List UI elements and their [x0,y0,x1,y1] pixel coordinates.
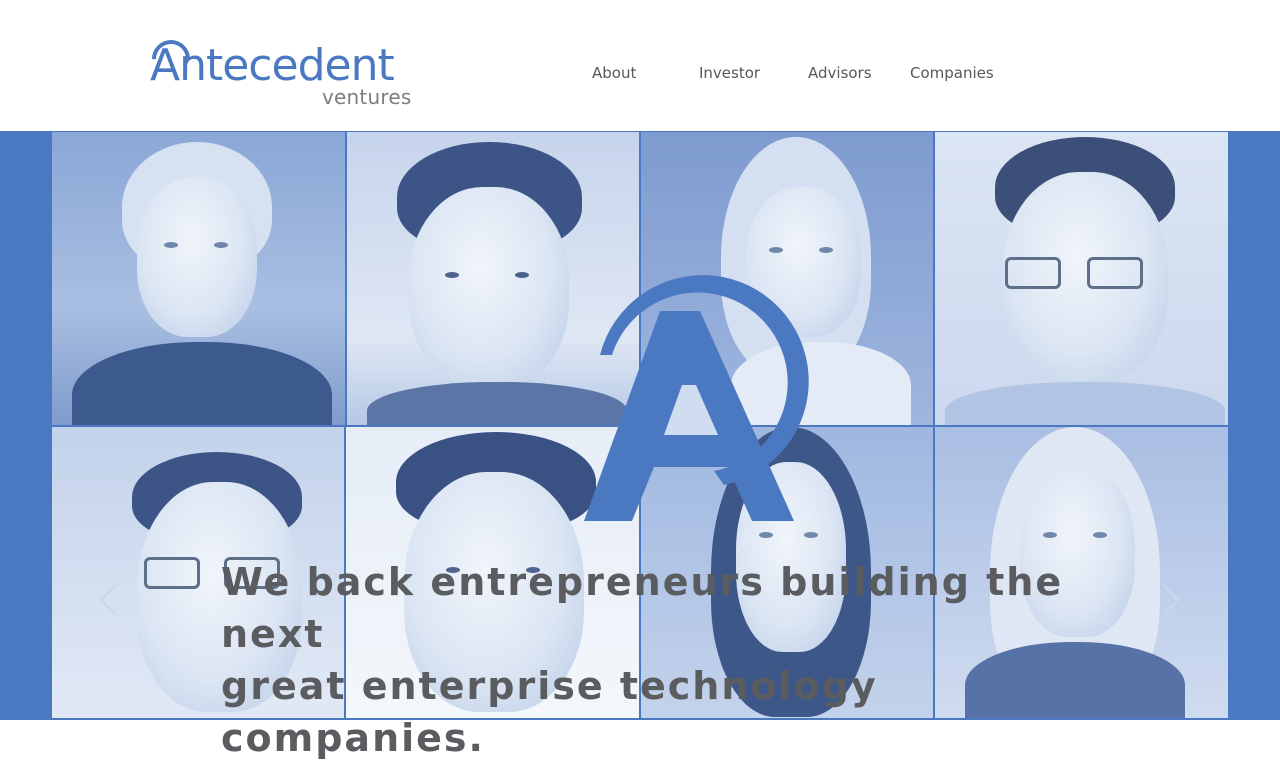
main-nav: About Investor Advisors Companies [0,62,1280,86]
nav-item-companies[interactable]: Companies [910,62,994,84]
antecedent-a-mark-icon [584,275,809,521]
nav-item-investor[interactable]: Investor [699,62,760,84]
site-header: Antecedent ventures About Investor Advis… [0,0,1280,131]
logo-subtitle: ventures [322,85,412,109]
slideshow-next-button[interactable] [1161,583,1181,617]
hero-slideshow: We back entrepreneurs building the next … [0,131,1280,760]
team-photo [52,132,345,425]
tagline-line-1: We back entrepreneurs building the next [221,560,1064,656]
chevron-right-icon [1162,584,1180,616]
chevron-left-icon [99,584,117,616]
nav-item-advisors[interactable]: Advisors [808,62,872,84]
slideshow-prev-button[interactable] [98,583,118,617]
tagline-line-2: great enterprise technology companies. [221,664,878,760]
nav-item-about[interactable]: About [592,62,636,84]
team-photo [935,132,1228,425]
hero-tagline: We back entrepreneurs building the next … [221,556,1121,764]
